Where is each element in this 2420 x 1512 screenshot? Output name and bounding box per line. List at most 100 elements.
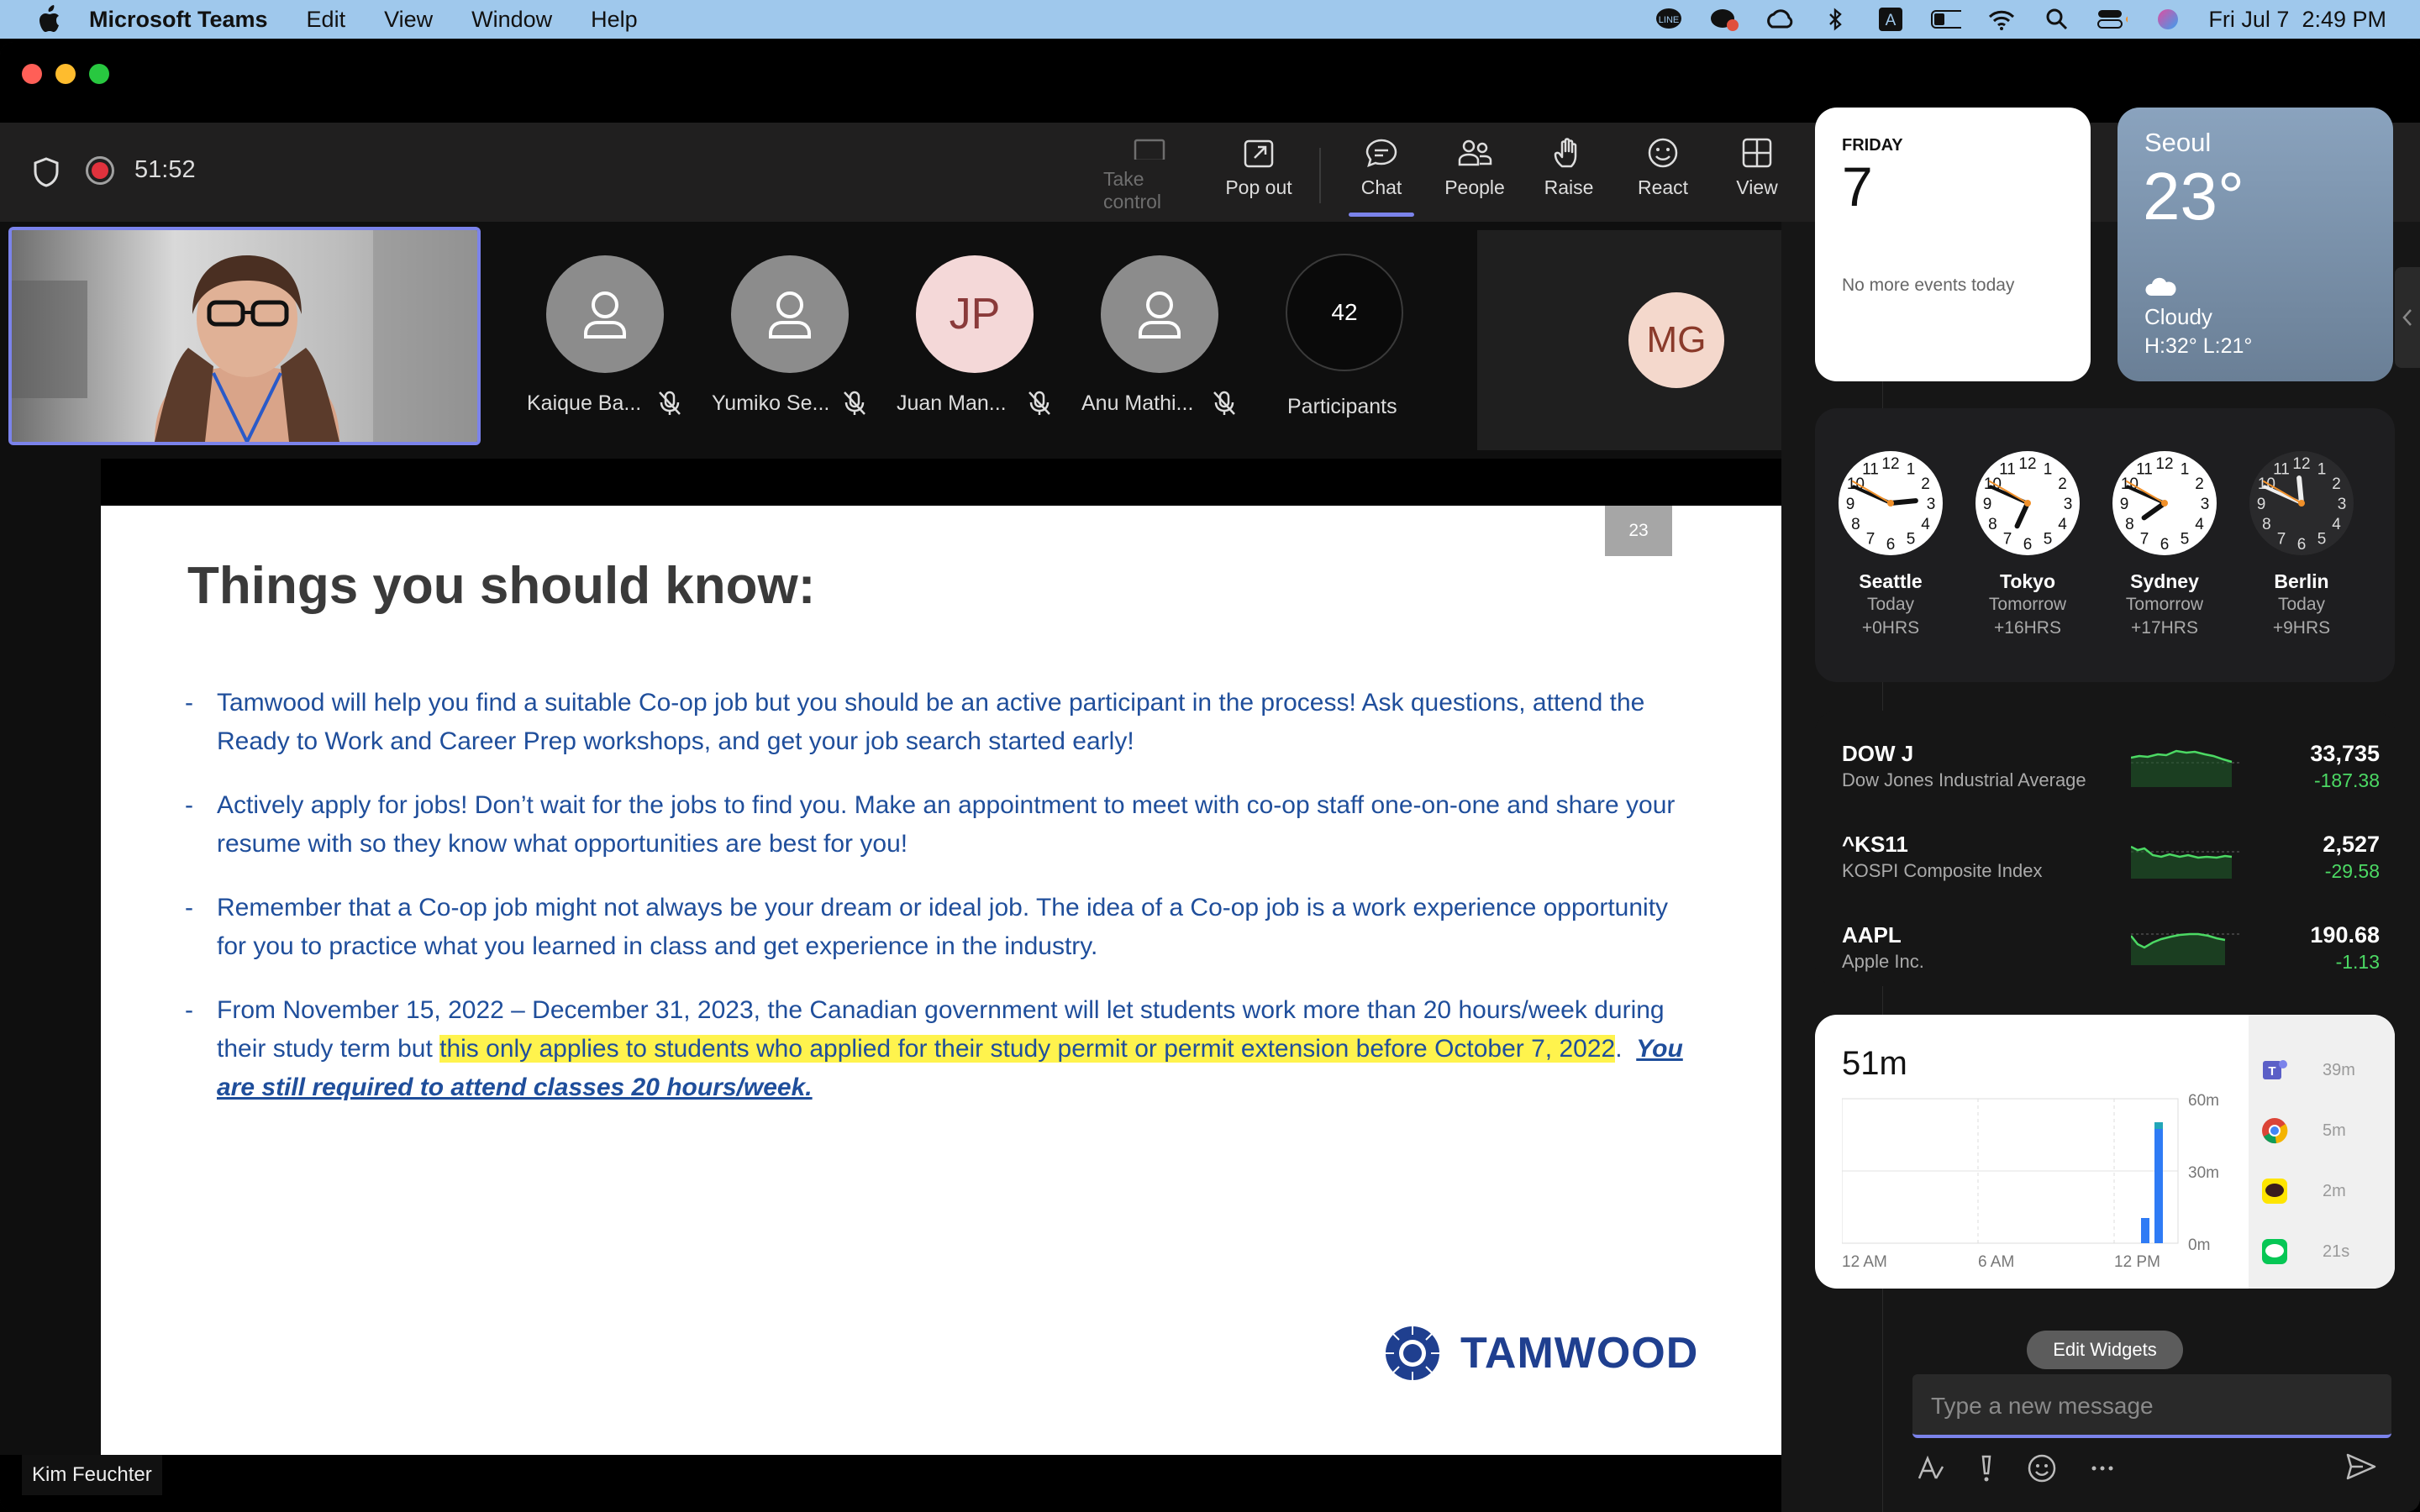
bullet-text: Actively apply for jobs! Don’t wait for … [217, 791, 1676, 858]
stock-change: -29.58 [2324, 860, 2380, 882]
mic-muted-icon [1212, 390, 1237, 421]
participant-avatar[interactable] [546, 255, 664, 373]
svg-text:1: 1 [1907, 460, 1916, 478]
smiley-icon [1648, 138, 1678, 168]
spotlight-search-icon[interactable] [2042, 7, 2072, 32]
message-box[interactable] [1912, 1374, 2391, 1438]
mic-muted-icon [842, 390, 867, 421]
presenter-video[interactable] [8, 227, 481, 445]
tamwood-logo: TAMWOOD [1375, 1324, 1698, 1383]
weather-widget[interactable]: Seoul 23° Cloudy H:32° L:21° [2118, 108, 2393, 381]
stocks-widget[interactable]: DOW J Dow Jones Industrial Average 33,73… [1815, 711, 2395, 986]
weather-condition: Cloudy [2144, 304, 2212, 329]
creative-cloud-icon[interactable] [1765, 7, 1795, 32]
control-center-icon[interactable] [2097, 7, 2128, 32]
svg-text:3: 3 [2201, 496, 2210, 513]
stock-sparkline [2131, 749, 2240, 787]
clock-face-icon: 1234567891011 12 [1975, 451, 2080, 555]
menubar-clock[interactable]: Fri Jul 7 2:49 PM [2208, 7, 2386, 33]
message-input[interactable] [1931, 1389, 2368, 1423]
speaker-name-tag: Kim Feuchter [22, 1455, 162, 1495]
react-button[interactable]: React [1617, 138, 1709, 213]
stock-sparkline [2131, 932, 2240, 965]
svg-text:1: 1 [2181, 460, 2190, 478]
app-usage-time: 5m [2323, 1121, 2346, 1140]
line-status-icon[interactable]: LINE [1654, 7, 1684, 32]
stock-change: -1.13 [2335, 951, 2380, 973]
svg-text:8: 8 [1851, 516, 1860, 533]
calendar-widget[interactable]: FRIDAY 7 No more events today [1815, 108, 2091, 381]
svg-text:8: 8 [2125, 516, 2134, 533]
edit-widgets-button[interactable]: Edit Widgets [2027, 1331, 2183, 1369]
menu-help[interactable]: Help [591, 7, 638, 33]
siri-icon[interactable] [2153, 7, 2183, 32]
svg-text:7: 7 [2003, 531, 2012, 549]
menu-view[interactable]: View [384, 7, 433, 33]
bullet-text: From November 15, 2022 – December 31, 20… [217, 991, 1697, 1107]
view-button[interactable]: View [1711, 138, 1803, 213]
screen-share-icon [1134, 139, 1165, 160]
minimize-window-button[interactable] [55, 64, 76, 84]
send-icon[interactable] [2344, 1450, 2378, 1488]
people-icon [1458, 139, 1492, 166]
take-control-button[interactable]: Take control [1103, 138, 1196, 213]
kakaotalk-status-icon[interactable] [1709, 7, 1739, 32]
toolbar-divider [1319, 148, 1321, 203]
world-clock-widget[interactable]: 1 2 3 4 5 6 7 8 9 10 11 12 Seattle Today +0HRS 1234… [1815, 408, 2395, 682]
presenter-video-frame [12, 230, 477, 442]
slide-bullet: - Actively apply for jobs! Don’t wait for… [185, 786, 1697, 864]
svg-text:5: 5 [1907, 531, 1916, 549]
close-window-button[interactable] [22, 64, 42, 84]
bluetooth-icon[interactable] [1820, 7, 1850, 32]
stock-row[interactable]: ^KS11 KOSPI Composite Index 2,527 -29.58 [1842, 828, 2380, 912]
participant-tile[interactable]: MG [1477, 230, 1813, 450]
svg-text:2: 2 [2195, 475, 2204, 493]
recording-icon [86, 156, 114, 185]
menu-app-name[interactable]: Microsoft Teams [89, 7, 268, 33]
clock-city: Seattle [1859, 570, 1923, 592]
shared-screen[interactable]: 23 Things you should know: - Tamwood will… [101, 459, 1781, 1497]
participant-avatar[interactable] [1101, 255, 1218, 373]
shield-icon[interactable] [32, 156, 60, 192]
wifi-icon[interactable] [1986, 7, 2017, 32]
input-source-icon[interactable]: A [1876, 7, 1906, 32]
menu-edit[interactable]: Edit [307, 7, 346, 33]
people-button[interactable]: People [1428, 138, 1521, 213]
chat-label: Chat [1360, 176, 1402, 198]
y-axis-label: 0m [2188, 1236, 2210, 1254]
more-options-icon[interactable] [2087, 1453, 2118, 1488]
battery-icon[interactable] [1931, 7, 1962, 32]
calendar-day: FRIDAY [1842, 136, 1903, 155]
participant-name: Anu Mathi... [1081, 391, 1194, 415]
raise-hand-button[interactable]: Raise [1523, 138, 1615, 213]
weather-temperature: 23° [2143, 159, 2244, 234]
zoom-window-button[interactable] [89, 64, 109, 84]
x-axis-label: 12 AM [1842, 1253, 1887, 1271]
participants-overflow-button[interactable]: 42 [1286, 254, 1403, 371]
svg-text:12: 12 [2292, 455, 2310, 473]
stock-row[interactable]: AAPL Apple Inc. 190.68 -1.13 [1842, 919, 2380, 986]
stock-row[interactable]: DOW J Dow Jones Industrial Average 33,73… [1842, 738, 2380, 822]
take-control-label: Take control [1103, 168, 1162, 213]
menu-bar: Microsoft Teams Edit View Window Help LI… [0, 0, 2420, 39]
view-label: View [1736, 176, 1778, 198]
important-icon[interactable] [1976, 1453, 1996, 1488]
participant-avatar[interactable]: JP [916, 255, 1034, 373]
svg-text:5: 5 [2317, 531, 2327, 549]
chat-button[interactable]: Chat [1335, 138, 1428, 217]
stock-change: -187.38 [2313, 769, 2380, 791]
screen-time-chart: 60m 30m 0m 12 AM 6 AM 12 PM [1842, 1092, 2219, 1271]
svg-text:9: 9 [1846, 496, 1855, 513]
pop-out-button[interactable]: Pop out [1213, 138, 1305, 213]
widgets-panel: FRIDAY 7 No more events today Seoul 23° … [1815, 108, 2403, 1401]
svg-text:12: 12 [1881, 455, 1899, 473]
apple-menu-icon[interactable] [32, 3, 66, 36]
menu-window[interactable]: Window [471, 7, 552, 33]
svg-text:4: 4 [2332, 516, 2341, 533]
format-icon[interactable] [1916, 1453, 1946, 1488]
screen-time-widget[interactable]: 51m 60m 30m 0m 12 AM 6 AM 12 PM T 39m 5m [1815, 1015, 2395, 1289]
participant-avatar[interactable] [731, 255, 849, 373]
svg-text:8: 8 [1988, 516, 1997, 533]
app-usage-time: 39m [2323, 1060, 2355, 1079]
emoji-icon[interactable] [2027, 1453, 2057, 1488]
